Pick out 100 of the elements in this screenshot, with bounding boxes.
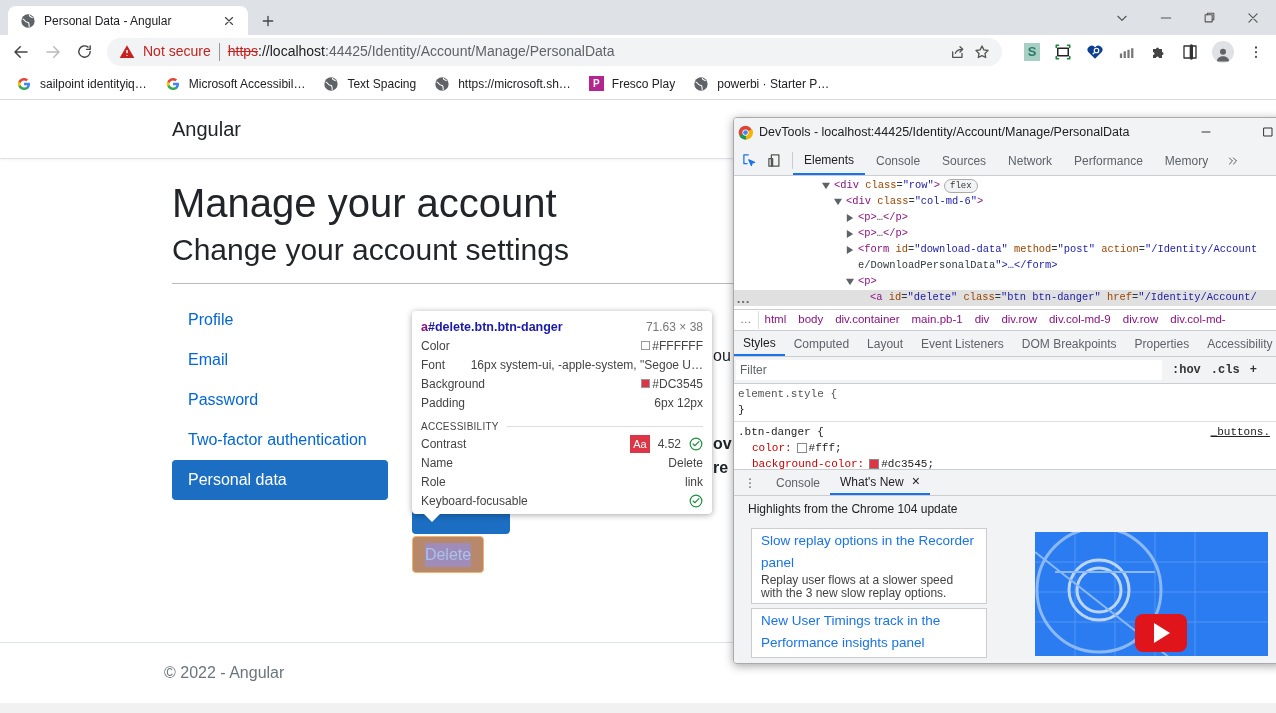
bookmark-link[interactable]: Fresco Play: [611, 74, 676, 93]
navbar-brand[interactable]: Angular: [172, 114, 241, 144]
breadcrumb[interactable]: …: [734, 311, 759, 329]
panel-tab[interactable]: Performance: [1063, 146, 1154, 175]
bookmark-letter-icon[interactable]: P: [588, 76, 604, 91]
breadcrumb[interactable]: div.col-md-: [1164, 311, 1232, 329]
property-label: Name: [421, 454, 453, 472]
breadcrumb[interactable]: html: [758, 311, 793, 329]
property-value: 4.52: [657, 435, 681, 453]
feature-title[interactable]: Slow replay options in the Recorder panel: [761, 530, 977, 574]
dom-line[interactable]: <div class="col-md-6">: [846, 194, 984, 210]
pane-tab[interactable]: Computed: [784, 331, 859, 356]
ellipsis-icon[interactable]: [737, 299, 749, 305]
expand-triangle-icon[interactable]: [846, 246, 854, 254]
dom-line[interactable]: <form id="download-data" method="post" action="/Identity/Account: [858, 242, 1258, 258]
device-toolbar-icon[interactable]: [767, 153, 782, 168]
pane-toolbar-button[interactable]: :hov: [1172, 361, 1201, 379]
panel-tab[interactable]: Memory: [1153, 146, 1220, 175]
drawer-tab[interactable]: Console: [766, 470, 831, 495]
reload-icon[interactable]: [76, 43, 93, 60]
color-swatch[interactable]: [869, 459, 880, 469]
breadcrumb[interactable]: main.pb-1: [905, 311, 969, 329]
bookmark-link[interactable]: sailpoint identityiq…: [40, 74, 147, 93]
nav-link[interactable]: Two-factor authentication: [172, 420, 388, 460]
pane-tab[interactable]: Layout: [858, 331, 913, 356]
property-label: Keyboard-focusable: [421, 492, 528, 510]
dom-line[interactable]: <p>: [858, 274, 877, 290]
collapse-triangle-icon[interactable]: [834, 198, 842, 206]
breadcrumb[interactable]: div.row: [995, 311, 1043, 329]
page-subtitle: Change your account settings: [172, 232, 569, 268]
pane-tab[interactable]: DOM Breakpoints: [1012, 331, 1126, 356]
share-icon[interactable]: [950, 43, 966, 60]
screen-capture-icon[interactable]: [1054, 42, 1072, 61]
breadcrumb[interactable]: div: [968, 311, 996, 329]
globe-icon: [20, 12, 36, 29]
panel-tab[interactable]: Network: [997, 146, 1064, 175]
element-size: 71.63 × 38: [645, 319, 703, 336]
side-panel-icon[interactable]: [1182, 43, 1198, 60]
inspect-element-icon[interactable]: [742, 153, 757, 168]
restore-icon[interactable]: [1203, 11, 1216, 24]
breadcrumb[interactable]: div.col-md-9: [1042, 311, 1117, 329]
browser-tab[interactable]: Personal Data - Angular: [8, 6, 248, 35]
pane-tab[interactable]: Event Listeners: [912, 331, 1013, 356]
dom-line: e/DownloadPersonalData">…</form>: [858, 258, 1058, 274]
flex-badge[interactable]: flex: [944, 179, 978, 193]
pane-toolbar-button[interactable]: .cls: [1210, 361, 1240, 379]
breadcrumb[interactable]: div.row: [1116, 311, 1165, 329]
feature-title[interactable]: New User Timings track in the Performance insights panel: [761, 610, 977, 654]
collapse-triangle-icon[interactable]: [846, 278, 854, 286]
rule-source-link[interactable]: _buttons.: [1210, 424, 1276, 440]
css-declaration: color:: [752, 441, 792, 456]
rule-selector: element.style {: [738, 387, 838, 402]
close-icon[interactable]: [1246, 10, 1260, 25]
profile-avatar[interactable]: [1212, 40, 1234, 63]
breadcrumb[interactable]: div.container: [829, 311, 906, 329]
dom-line[interactable]: <p>…</p>: [858, 226, 908, 242]
bookmark-link[interactable]: Microsoft Accessibil…: [188, 74, 306, 93]
property-value: 16px system-ui, -apple-system, "Segoe U…: [470, 356, 703, 374]
nav-link[interactable]: Email: [172, 340, 388, 380]
pane-toolbar-button[interactable]: +: [1249, 361, 1257, 379]
nav-link[interactable]: Profile: [172, 300, 388, 340]
color-swatch[interactable]: [796, 443, 807, 453]
expand-triangle-icon[interactable]: [846, 230, 854, 238]
pane-tab[interactable]: Properties: [1125, 331, 1199, 356]
panel-tab[interactable]: Sources: [931, 146, 998, 175]
panel-tab[interactable]: Console: [865, 146, 932, 175]
feature-card[interactable]: New User Timings track in the Performance insights panel: [751, 608, 987, 658]
breadcrumb[interactable]: body: [792, 311, 830, 329]
filter-field[interactable]: Filter: [736, 360, 1162, 380]
contrast-sample: Aa: [630, 434, 650, 453]
nav-link[interactable]: Password: [172, 380, 388, 420]
property-label: Background: [421, 375, 486, 393]
whats-new-heading: Highlights from the Chrome 104 update: [748, 501, 958, 518]
maximize-icon[interactable]: [1262, 126, 1274, 138]
css-value: #fff;: [808, 441, 842, 456]
property-label: Role: [421, 473, 446, 491]
property-value: #DC3545: [652, 375, 703, 393]
bookmark-link[interactable]: https://microsoft.sh…: [458, 74, 571, 93]
element-selector: a#delete.btn.btn-danger: [421, 318, 563, 336]
expand-triangle-icon[interactable]: [846, 214, 854, 222]
pane-tab[interactable]: Accessibility: [1198, 331, 1276, 356]
google-icon: [16, 75, 32, 92]
panel-tab[interactable]: Elements: [793, 146, 866, 175]
rule-selector: .btn-danger {: [738, 425, 824, 440]
bookmark-link[interactable]: powerbi · Starter P…: [717, 74, 830, 93]
address-bar[interactable]: Not secure https://localhost:44425/Identity/Account/Manage/PersonalData: [107, 37, 1002, 66]
window-title: DevTools - localhost:44425/Identity/Account/Manage/PersonalData: [759, 123, 1130, 141]
bookmark-link[interactable]: Text Spacing: [347, 74, 417, 93]
star-icon[interactable]: [974, 43, 990, 60]
dom-line[interactable]: <div class="row">: [834, 178, 941, 194]
page-title: Manage your account: [172, 180, 557, 226]
paragraph-fragment: ou: [713, 346, 731, 366]
google-icon: [164, 75, 181, 92]
tab-title: Personal Data - Angular: [44, 12, 173, 30]
collapse-triangle-icon[interactable]: [822, 182, 830, 190]
css-declaration: background-color:: [752, 457, 865, 469]
property-value: link: [685, 473, 703, 491]
nav-link[interactable]: Personal data: [172, 460, 388, 500]
feature-card[interactable]: Slow replay options in the Recorder panel Replay user flows at a slower speed with the 3 new slow replay options.: [751, 528, 987, 604]
dom-line[interactable]: <p>…</p>: [858, 210, 908, 226]
